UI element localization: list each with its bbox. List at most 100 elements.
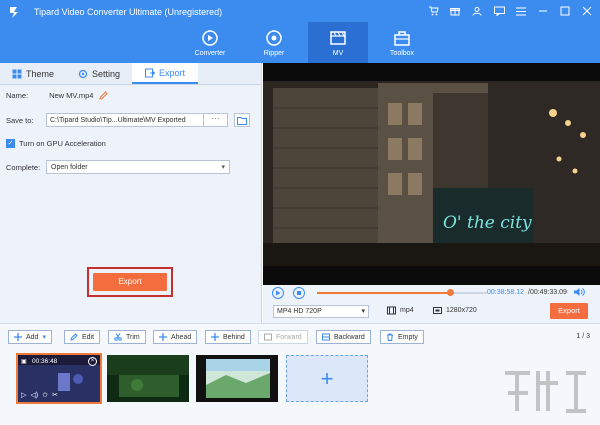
minimize-icon[interactable] — [536, 4, 550, 18]
pencil-icon[interactable] — [99, 91, 109, 100]
chevron-down-icon: ▾ — [221, 164, 225, 171]
nav-mv[interactable]: MV — [308, 22, 368, 63]
export-button[interactable]: Export — [93, 273, 167, 291]
mv-icon — [330, 30, 346, 45]
plus-icon: + — [320, 365, 334, 391]
scissors-icon[interactable]: ✂ — [52, 391, 58, 399]
trim-button[interactable]: Trim — [108, 330, 146, 344]
plus-icon — [159, 333, 167, 341]
timeline-clip[interactable]: ▣ 00:36:48 × ▷ ◁) ✩ ✂ — [16, 353, 102, 404]
export-panel: Theme Setting Export Name: New MV.mp4 Sa… — [0, 63, 262, 323]
play-icon — [276, 290, 281, 296]
title-bar: Tipard Video Converter Ultimate (Unregis… — [0, 0, 600, 63]
tab-export[interactable]: Export — [132, 63, 198, 84]
cart-icon[interactable] — [426, 4, 440, 18]
toolbox-icon — [394, 30, 410, 46]
gift-icon[interactable] — [448, 4, 462, 18]
export-icon — [144, 68, 155, 77]
nav-ripper[interactable]: Ripper — [244, 22, 304, 63]
save-path-value: C:\Tipard Studio\Tip...Ultimate\MV Expor… — [50, 116, 186, 124]
setting-icon — [78, 69, 88, 78]
timeline-clip[interactable] — [107, 355, 189, 402]
gpu-row[interactable]: ✓ Turn on GPU Acceleration — [6, 139, 106, 148]
nav-label: Converter — [194, 49, 226, 57]
volume-icon[interactable]: ◁) — [30, 391, 38, 399]
edit-button[interactable]: Edit — [64, 330, 101, 344]
close-icon[interactable] — [580, 4, 594, 18]
video-preview: O' the city — [263, 63, 600, 285]
chevron-down-icon[interactable]: ▾ — [42, 333, 46, 341]
open-folder-button[interactable] — [234, 113, 250, 127]
behind-button[interactable]: Behind — [205, 330, 251, 344]
format-value: MP4 HD 720P — [277, 308, 322, 315]
trash-icon — [387, 333, 393, 341]
tab-label: Theme — [25, 68, 54, 79]
stop-icon — [297, 291, 301, 295]
name-label: Name: — [6, 91, 29, 100]
nav-converter[interactable]: Converter — [180, 22, 240, 63]
empty-button[interactable]: Empty — [380, 330, 424, 344]
chevron-down-icon: ▾ — [361, 308, 365, 315]
backward-button[interactable]: Backward — [316, 330, 371, 344]
maximize-icon[interactable] — [558, 4, 572, 18]
save-path-field[interactable]: C:\Tipard Studio\Tip...Ultimate\MV Expor… — [46, 113, 228, 127]
nav-label: Toolbox — [389, 49, 415, 57]
add-clip-button[interactable]: + — [286, 355, 368, 402]
plus-icon — [14, 333, 22, 341]
neon-sign-text: O' the city — [443, 213, 532, 233]
watermark-logo — [505, 371, 586, 413]
clip-thumbnail — [196, 355, 278, 402]
progress-fill — [317, 292, 450, 294]
forward-button[interactable]: Forward — [258, 330, 308, 344]
complete-label: Complete: — [6, 163, 41, 172]
page-count: 1 / 3 — [576, 333, 590, 340]
film-icon: ▣ — [21, 359, 27, 365]
clip-thumbnail — [107, 355, 189, 402]
star-icon[interactable]: ✩ — [42, 391, 48, 399]
stop-button[interactable] — [293, 287, 305, 299]
nav-toolbox[interactable]: Toolbox — [372, 22, 432, 63]
play-button[interactable] — [272, 287, 284, 299]
name-row: Name: New MV.mp4 — [6, 91, 109, 100]
browse-button[interactable]: ··· — [203, 114, 227, 126]
progress-bar[interactable] — [317, 289, 487, 296]
tab-setting[interactable]: Setting — [66, 63, 132, 84]
menu-icon[interactable] — [514, 4, 528, 18]
export-bottom-button[interactable]: Export — [550, 303, 588, 319]
container-value: mp4 — [400, 307, 414, 314]
preview-frame-image: O' the city — [263, 63, 600, 285]
play-icon[interactable]: ▷ — [21, 391, 26, 399]
player-controls: 00:38:58.12 /00:49:33.09 MP4 HD 720P ▾ m… — [263, 285, 600, 323]
tab-label: Export — [158, 67, 185, 78]
resolution-info: 1280x720 — [433, 306, 477, 315]
app-title: Tipard Video Converter Ultimate (Unregis… — [34, 7, 223, 17]
format-select[interactable]: MP4 HD 720P ▾ — [273, 305, 369, 318]
film-icon — [387, 306, 396, 315]
add-button[interactable]: Add ▾ — [8, 330, 52, 344]
complete-select[interactable]: Open folder ▾ — [46, 160, 230, 174]
progress-knob[interactable] — [446, 289, 454, 296]
user-icon[interactable] — [470, 4, 484, 18]
tab-theme[interactable]: Theme — [0, 63, 66, 84]
backward-icon — [322, 333, 330, 341]
volume-icon[interactable] — [573, 287, 585, 297]
add-label: Add — [26, 333, 39, 341]
scissors-icon — [114, 333, 122, 341]
forward-icon — [264, 333, 272, 341]
ripper-icon — [266, 29, 282, 46]
ahead-button[interactable]: Ahead — [153, 330, 198, 344]
edit-label: Edit — [82, 333, 95, 341]
gpu-checkbox[interactable]: ✓ — [6, 139, 15, 148]
clip-duration: 00:36:48 — [32, 358, 58, 365]
remove-clip-icon[interactable]: × — [88, 357, 97, 366]
main-nav: Converter Ripper MV Toolbox — [180, 22, 440, 63]
chat-icon[interactable] — [492, 4, 506, 18]
name-value[interactable]: New MV.mp4 — [49, 91, 93, 100]
backward-label: Backward — [334, 333, 365, 341]
panel-tabs: Theme Setting Export — [0, 63, 261, 85]
nav-label: Ripper — [263, 49, 285, 57]
timeline-clip[interactable] — [196, 355, 278, 402]
save-to-label: Save to: — [6, 116, 34, 125]
empty-label: Empty — [398, 333, 418, 341]
app-logo-icon — [10, 7, 18, 18]
